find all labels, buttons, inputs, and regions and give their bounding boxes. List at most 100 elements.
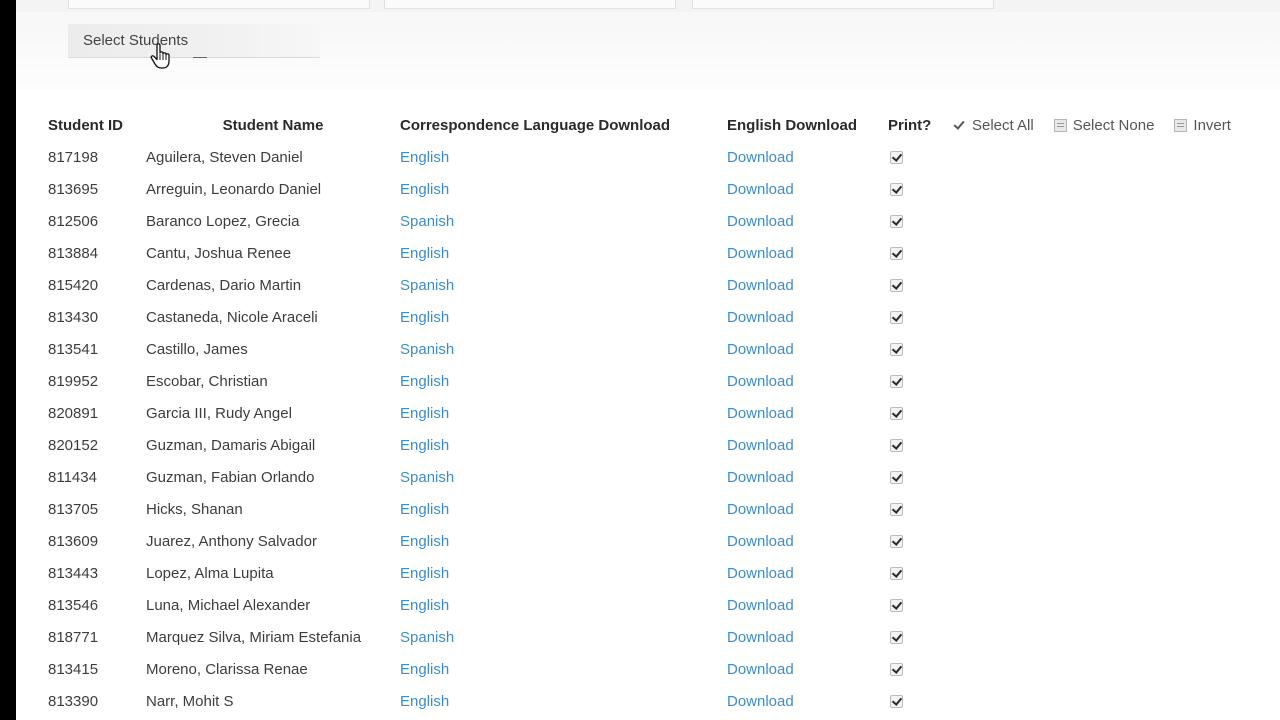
english-download-link[interactable]: Download (727, 469, 794, 486)
language-download-link[interactable]: English (400, 661, 449, 678)
english-download-link[interactable]: Download (727, 565, 794, 582)
table-row: 813430 Castaneda, Nicole Araceli English Do… (42, 301, 1280, 333)
student-id-cell: 813609 (48, 532, 99, 550)
print-checkbox[interactable] (890, 183, 903, 197)
student-name-cell: Guzman, Fabian Orlando (146, 468, 315, 486)
print-checkbox[interactable] (890, 663, 903, 677)
print-checkbox[interactable] (890, 343, 903, 357)
select-all-button[interactable]: Select All (953, 117, 1034, 134)
language-download-link[interactable]: English (400, 181, 449, 198)
language-download-link[interactable]: English (400, 597, 449, 614)
language-download-link[interactable]: Spanish (400, 213, 454, 230)
table-row: 815420 Cardenas, Dario Martin Spanish Downl… (42, 269, 1280, 301)
header-print: Print? (888, 116, 932, 134)
table-row: 813443 Lopez, Alma Lupita English Download (42, 557, 1280, 589)
print-checkbox[interactable] (890, 279, 903, 293)
print-checkbox[interactable] (890, 503, 903, 517)
student-name-cell: Cantu, Joshua Renee (146, 244, 292, 262)
language-download-link[interactable]: English (400, 373, 449, 390)
empty-cell (953, 333, 1280, 365)
print-checkbox[interactable] (890, 567, 903, 581)
english-download-link[interactable]: Download (727, 693, 794, 710)
empty-cell (953, 205, 1280, 237)
english-download-link[interactable]: Download (727, 341, 794, 358)
print-cell (888, 173, 953, 205)
english-download-link[interactable]: Download (727, 405, 794, 422)
student-id-cell: 813695 (48, 180, 99, 198)
print-cell (888, 397, 953, 429)
top-filter-field-3[interactable] (692, 0, 994, 9)
english-download-link[interactable]: Download (727, 501, 794, 518)
student-id-cell: 820891 (48, 404, 99, 422)
correspondence-language-cell: English (400, 493, 727, 525)
print-checkbox[interactable] (890, 375, 903, 389)
english-download-link[interactable]: Download (727, 373, 794, 390)
language-download-link[interactable]: English (400, 565, 449, 582)
english-download-link[interactable]: Download (727, 597, 794, 614)
empty-cell (953, 365, 1280, 397)
student-name-cell: Castaneda, Nicole Araceli (146, 308, 318, 326)
language-download-link[interactable]: English (400, 693, 449, 710)
language-download-link[interactable]: English (400, 533, 449, 550)
correspondence-language-cell: Spanish (400, 333, 727, 365)
english-download-link[interactable]: Download (727, 245, 794, 262)
language-download-link[interactable]: English (400, 309, 449, 326)
select-students-button[interactable]: Select Students (68, 24, 320, 58)
print-checkbox[interactable] (890, 407, 903, 421)
language-download-link[interactable]: English (400, 405, 449, 422)
print-checkbox[interactable] (890, 535, 903, 549)
header-student-name[interactable]: Student Name (146, 109, 400, 141)
english-download-link[interactable]: Download (727, 309, 794, 326)
top-filter-field-2[interactable] (384, 0, 676, 9)
english-download-link[interactable]: Download (727, 181, 794, 198)
correspondence-language-cell: English (400, 301, 727, 333)
select-none-button[interactable]: Select None (1053, 116, 1155, 134)
student-id-cell: 813884 (48, 244, 99, 262)
print-checkbox[interactable] (890, 599, 903, 613)
print-cell (888, 237, 953, 269)
english-download-link[interactable]: Download (727, 629, 794, 646)
english-download-link[interactable]: Download (727, 533, 794, 550)
english-download-link[interactable]: Download (727, 437, 794, 454)
english-download-cell: Download (727, 653, 888, 685)
empty-cell (953, 493, 1280, 525)
select-none-label: Select None (1072, 116, 1155, 134)
language-download-link[interactable]: English (400, 149, 449, 166)
print-checkbox[interactable] (890, 311, 903, 325)
empty-cell (953, 429, 1280, 461)
language-download-link[interactable]: Spanish (400, 469, 454, 486)
invert-button[interactable]: Invert (1174, 117, 1231, 134)
print-checkbox[interactable] (890, 215, 903, 229)
english-download-cell: Download (727, 621, 888, 653)
correspondence-language-cell: English (400, 589, 727, 621)
correspondence-language-cell: Spanish (400, 461, 727, 493)
language-download-link[interactable]: English (400, 437, 449, 454)
correspondence-language-cell: Spanish (400, 621, 727, 653)
english-download-link[interactable]: Download (727, 277, 794, 294)
student-id-cell: 813546 (48, 596, 99, 614)
print-checkbox[interactable] (890, 247, 903, 261)
print-checkbox[interactable] (890, 471, 903, 485)
empty-cell (953, 173, 1280, 205)
header-correspondence-language[interactable]: Correspondence Language Download (400, 109, 727, 141)
language-download-link[interactable]: Spanish (400, 277, 454, 294)
language-download-link[interactable]: English (400, 501, 449, 518)
english-download-link[interactable]: Download (727, 149, 794, 166)
correspondence-language-cell: English (400, 365, 727, 397)
print-checkbox[interactable] (890, 439, 903, 453)
students-table: Student ID Student Name Correspondence L… (42, 109, 1280, 717)
header-english-download[interactable]: English Download (727, 109, 888, 141)
header-student-id[interactable]: Student ID (42, 109, 146, 141)
print-cell (888, 685, 953, 717)
language-download-link[interactable]: English (400, 245, 449, 262)
language-download-link[interactable]: Spanish (400, 629, 454, 646)
print-cell (888, 589, 953, 621)
english-download-link[interactable]: Download (727, 213, 794, 230)
print-checkbox[interactable] (890, 695, 903, 709)
print-checkbox[interactable] (890, 631, 903, 645)
print-checkbox[interactable] (890, 151, 903, 165)
english-download-cell: Download (727, 397, 888, 429)
language-download-link[interactable]: Spanish (400, 341, 454, 358)
top-filter-field-1[interactable] (68, 0, 370, 9)
english-download-link[interactable]: Download (727, 661, 794, 678)
